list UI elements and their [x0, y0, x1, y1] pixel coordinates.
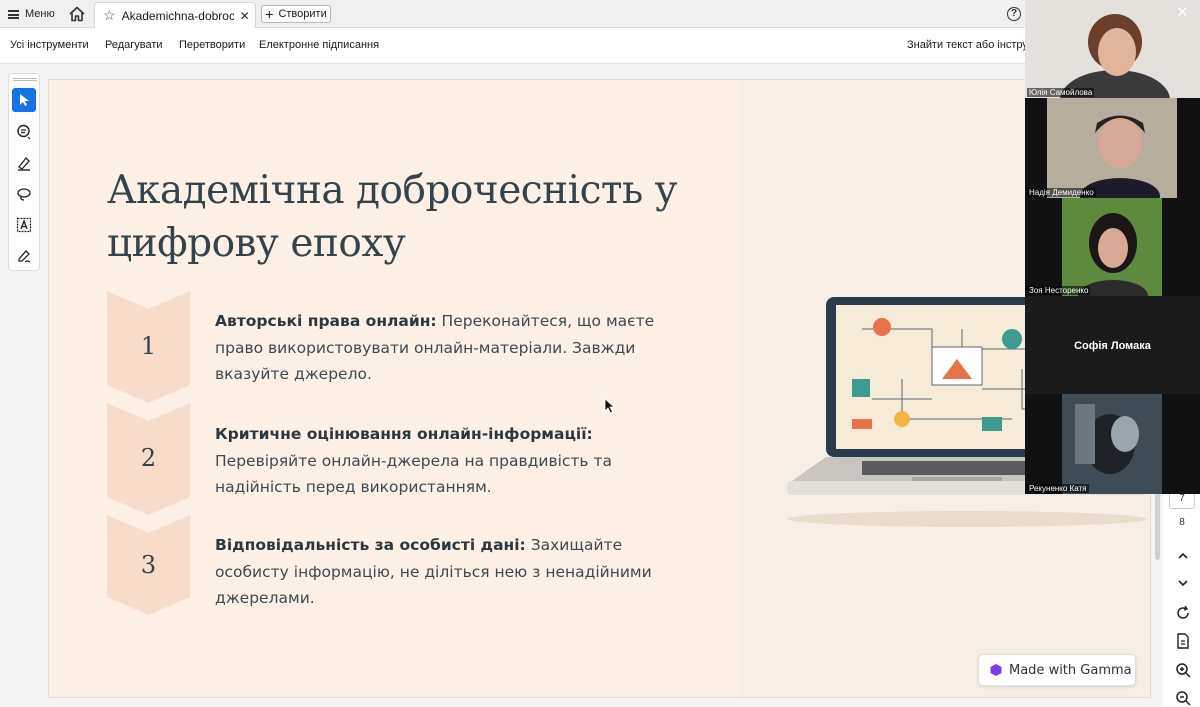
comment-tool-button[interactable]	[12, 120, 36, 144]
presentation-slide: Академічна доброчесність у цифрову епоху…	[48, 79, 1151, 698]
chevron-up-icon[interactable]	[1174, 547, 1192, 565]
gamma-badge-label: Made with Gamma	[1009, 662, 1132, 678]
toolbar-grip[interactable]	[13, 78, 37, 81]
highlight-tool-button[interactable]	[12, 151, 36, 175]
participant-name-4: Софія Ломака	[1074, 340, 1151, 352]
slide-title-line2: цифрову епоху	[107, 221, 406, 266]
participant-tile-1[interactable]: Юлія Самойлова	[1025, 0, 1200, 98]
home-icon[interactable]	[68, 5, 86, 23]
participant-tile-3[interactable]: Зоя Несторенко	[1025, 198, 1200, 296]
document-tab-title: Akademichna-dobroc...	[121, 8, 234, 23]
step-text-1: Авторські права онлайн: Переконайтеся, щ…	[215, 308, 695, 388]
participant-name-3: Зоя Несторенко	[1027, 286, 1091, 295]
made-with-gamma-badge[interactable]: Made with Gamma	[978, 654, 1136, 686]
participant-name-1: Юлія Самойлова	[1027, 88, 1095, 97]
video-call-panel: Юлія Самойлова Надія Демиденко Зоя Несто…	[1025, 0, 1200, 494]
create-button[interactable]: + Створити	[261, 5, 331, 23]
text-select-icon	[16, 217, 32, 233]
step-number-1: 1	[140, 332, 157, 360]
close-video-panel-icon[interactable]: ✕	[1176, 3, 1189, 21]
find-text-search[interactable]: Знайти текст або інструм	[907, 39, 1025, 51]
participant-video-2	[1025, 98, 1200, 198]
participant-tile-5[interactable]: Рекуненко Катя	[1025, 394, 1200, 494]
lasso-draw-icon	[17, 188, 31, 201]
select-icon	[20, 94, 29, 106]
page-info-icon[interactable]	[1174, 632, 1192, 650]
slide-title: Академічна доброчесність у цифрову епоху	[107, 164, 707, 270]
star-icon[interactable]: ☆	[103, 7, 116, 24]
close-tab-icon[interactable]: ✕	[240, 9, 250, 23]
slide-title-line1: Академічна доброчесність у	[107, 168, 678, 213]
zoom-in-icon[interactable]	[1174, 661, 1192, 679]
draw-tool-button[interactable]	[12, 182, 36, 206]
hamburger-icon	[8, 9, 19, 19]
participant-name-2: Надія Демиденко	[1027, 188, 1096, 197]
plus-icon: +	[265, 6, 274, 22]
step-number-3: 3	[140, 551, 157, 579]
participant-video-5	[1025, 394, 1200, 494]
comment-icon	[17, 124, 31, 140]
gamma-logo-icon	[990, 664, 1002, 676]
left-toolbar	[8, 73, 40, 271]
participant-video-3	[1025, 198, 1200, 296]
menu-e-sign[interactable]: Електронне підписання	[259, 39, 379, 51]
menu-edit[interactable]: Редагувати	[105, 39, 163, 51]
participant-video-1	[1025, 0, 1200, 98]
menu-button[interactable]: Меню	[8, 6, 55, 22]
document-tab[interactable]: ☆ Akademichna-dobroc... ✕	[94, 2, 256, 28]
mouse-cursor-icon	[604, 398, 616, 414]
step-number-2: 2	[140, 444, 157, 472]
sign-tool-button[interactable]	[12, 244, 36, 268]
page-number-next[interactable]: 8	[1169, 517, 1195, 528]
text-tool-button[interactable]	[12, 213, 36, 237]
menu-label: Меню	[25, 8, 55, 20]
zoom-out-icon[interactable]	[1174, 689, 1192, 707]
step-body-2: Перевіряйте онлайн-джерела на правдивіст…	[215, 451, 613, 497]
select-tool-button[interactable]	[12, 88, 36, 112]
refresh-icon[interactable]	[1174, 604, 1192, 622]
menu-all-tools[interactable]: Усі інструменти	[10, 39, 89, 51]
menu-convert[interactable]: Перетворити	[179, 39, 245, 51]
browser-tab-bar: Меню ☆ Akademichna-dobroc... ✕ + Створит…	[0, 0, 1200, 28]
step-heading-2: Критичне оцінювання онлайн-інформації:	[215, 425, 593, 443]
sign-pen-icon	[18, 250, 31, 263]
create-label: Створити	[278, 8, 327, 20]
step-text-2: Критичне оцінювання онлайн-інформації: П…	[215, 421, 695, 501]
participant-tile-2[interactable]: Надія Демиденко	[1025, 98, 1200, 198]
step-heading-1: Авторські права онлайн:	[215, 312, 437, 330]
participant-tile-4[interactable]: Софія Ломака	[1025, 296, 1200, 394]
step-heading-3: Відповідальність за особисті дані:	[215, 536, 526, 554]
chevron-down-icon[interactable]	[1174, 574, 1192, 592]
highlight-pen-icon	[18, 157, 30, 171]
tools-menu-bar: Усі інструменти Редагувати Перетворити Е…	[0, 28, 1025, 64]
step-text-3: Відповідальність за особисті дані: Захищ…	[215, 532, 695, 612]
participant-name-5: Рекуненко Катя	[1027, 484, 1089, 493]
help-icon[interactable]: ?	[1007, 7, 1021, 21]
